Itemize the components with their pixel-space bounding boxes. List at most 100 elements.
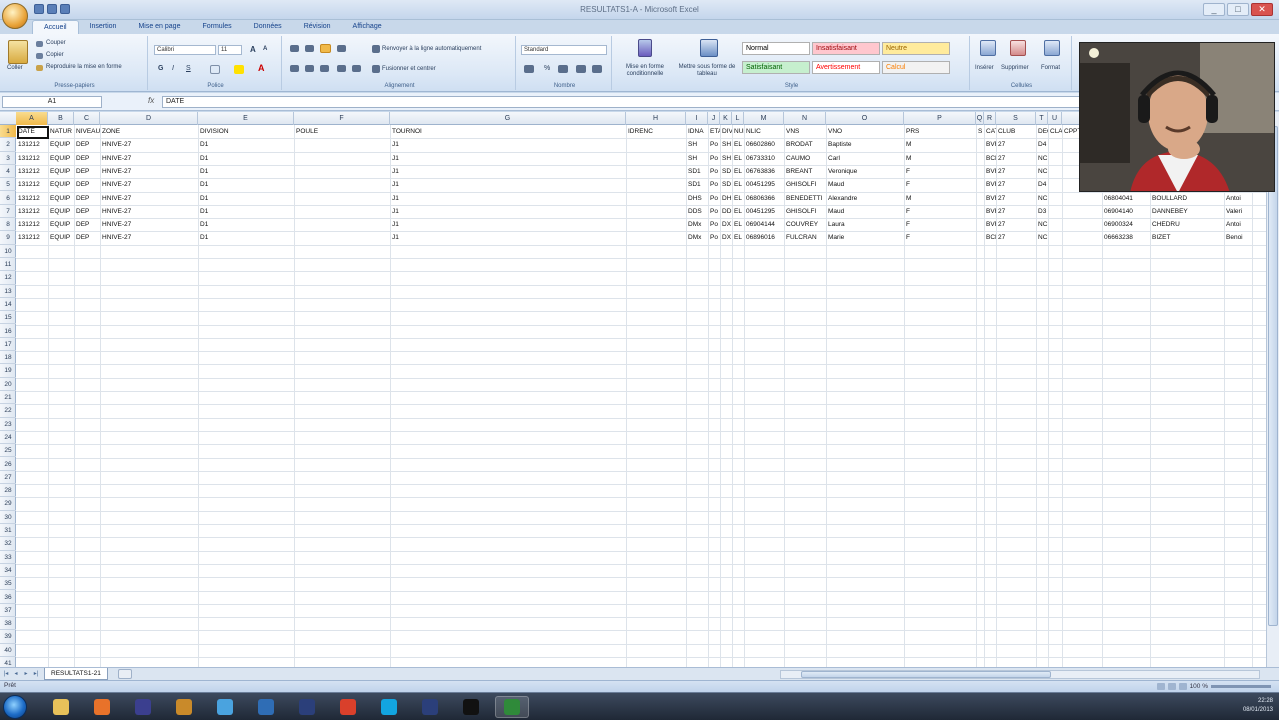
column-header[interactable]: Q — [976, 112, 984, 125]
column-header[interactable]: S — [996, 112, 1036, 125]
column-header[interactable]: T — [1036, 112, 1048, 125]
table-cell[interactable]: J1 — [390, 218, 626, 231]
format-cells-button[interactable]: Format — [1041, 65, 1060, 71]
row-header[interactable]: 13 — [0, 285, 16, 298]
table-cell[interactable]: EQUIP — [48, 231, 74, 244]
table-cell[interactable]: Po — [708, 218, 720, 231]
row-header[interactable]: 23 — [0, 418, 16, 431]
taskbar-excel-button[interactable] — [495, 696, 529, 718]
delete-cells-icon[interactable] — [1010, 40, 1026, 56]
table-cell[interactable]: F — [904, 231, 976, 244]
paste-button[interactable]: Coller — [7, 65, 23, 71]
merge-center-button[interactable]: Fusionner et centrer — [382, 66, 436, 72]
table-cell[interactable]: BVRL — [984, 178, 996, 191]
next-sheet-button[interactable]: ▸ — [22, 670, 30, 679]
table-cell[interactable]: Maud — [826, 178, 904, 191]
table-cell[interactable]: HNIVE-27 — [100, 192, 198, 205]
table-cell[interactable]: M — [904, 138, 976, 151]
table-cell[interactable]: F — [904, 218, 976, 231]
column-header[interactable]: E — [198, 112, 294, 125]
taskbar-thunderbird-button[interactable] — [249, 696, 283, 718]
cell-style-5[interactable]: Calcul — [882, 61, 950, 74]
insert-cells-button[interactable]: Insérer — [975, 65, 994, 71]
taskbar-chrome-button[interactable] — [331, 696, 365, 718]
table-cell[interactable]: DEP — [74, 231, 100, 244]
table-cell[interactable]: BREANT — [784, 165, 826, 178]
table-cell[interactable]: BVRL — [984, 205, 996, 218]
table-cell[interactable]: D1 — [198, 138, 294, 151]
table-cell[interactable]: 131212 — [16, 165, 48, 178]
table-cell[interactable]: Benoi — [1224, 231, 1252, 244]
font-size-select[interactable]: 11 — [218, 45, 242, 55]
table-cell[interactable]: GHISOLFI — [784, 178, 826, 191]
taskbar-skype-button[interactable] — [372, 696, 406, 718]
table-cell[interactable]: DEP — [74, 192, 100, 205]
table-cell[interactable]: 06896016 — [744, 231, 784, 244]
column-header[interactable]: R — [984, 112, 996, 125]
tab-3[interactable]: Formules — [191, 20, 242, 34]
row-header[interactable]: 30 — [0, 511, 16, 524]
close-button[interactable]: ✕ — [1251, 3, 1273, 16]
table-cell[interactable]: Veronique — [826, 165, 904, 178]
table-cell[interactable]: HNIVE-27 — [100, 165, 198, 178]
column-header[interactable]: J — [708, 112, 720, 125]
office-button[interactable] — [2, 3, 28, 29]
table-cell[interactable]: 27 — [996, 165, 1036, 178]
header-cell[interactable]: ETAT — [708, 125, 720, 138]
table-cell[interactable]: Antoi — [1224, 192, 1252, 205]
column-header[interactable]: P — [904, 112, 976, 125]
table-cell[interactable]: HNIVE-27 — [100, 205, 198, 218]
table-cell[interactable]: 131212 — [16, 152, 48, 165]
column-header[interactable]: M — [744, 112, 784, 125]
header-cell[interactable]: TOURNOI — [390, 125, 626, 138]
table-cell[interactable]: M — [904, 192, 976, 205]
orientation-icon[interactable] — [337, 45, 346, 52]
column-header[interactable]: U — [1048, 112, 1062, 125]
table-cell[interactable]: Po — [708, 178, 720, 191]
row-header[interactable]: 22 — [0, 404, 16, 418]
table-cell[interactable]: SH — [686, 138, 708, 151]
table-cell[interactable]: BVRL — [984, 218, 996, 231]
table-cell[interactable]: DEP — [74, 218, 100, 231]
column-header[interactable]: D — [100, 112, 198, 125]
row-header[interactable]: 32 — [0, 537, 16, 551]
table-cell[interactable]: DEP — [74, 138, 100, 151]
increase-decimal-icon[interactable] — [576, 65, 586, 73]
underline-button[interactable]: S — [186, 65, 191, 72]
table-cell[interactable]: DEP — [74, 152, 100, 165]
row-header[interactable]: 11 — [0, 258, 16, 272]
last-sheet-button[interactable]: ▸| — [32, 670, 40, 679]
column-header[interactable]: I — [686, 112, 708, 125]
row-header[interactable]: 26 — [0, 458, 16, 471]
table-cell[interactable]: Po — [708, 138, 720, 151]
table-cell[interactable]: GHISOLFI — [784, 205, 826, 218]
table-cell[interactable]: D4 — [1036, 178, 1048, 191]
cell-area[interactable]: DATE NATUR NIVEAU ZONE DIVISION POULE TOURNOI I… — [16, 125, 1266, 667]
row-header[interactable]: 40 — [0, 644, 16, 657]
table-cell[interactable]: 27 — [996, 192, 1036, 205]
column-header[interactable]: A — [16, 112, 48, 125]
header-cell[interactable]: DEC — [1036, 125, 1048, 138]
table-cell[interactable]: HNIVE-27 — [100, 152, 198, 165]
row-header[interactable]: 38 — [0, 617, 16, 631]
paste-icon[interactable] — [8, 40, 28, 64]
table-cell[interactable]: EQUIP — [48, 152, 74, 165]
table-cell[interactable]: 27 — [996, 152, 1036, 165]
table-cell[interactable]: 131212 — [16, 192, 48, 205]
table-cell[interactable]: EL — [732, 178, 744, 191]
tab-2[interactable]: Mise en page — [127, 20, 191, 34]
align-center-icon[interactable] — [305, 65, 314, 72]
bold-button[interactable]: G — [158, 65, 163, 72]
table-cell[interactable]: SD1 — [686, 178, 708, 191]
table-cell[interactable]: D1 — [198, 152, 294, 165]
align-right-icon[interactable] — [320, 65, 329, 72]
row-header[interactable]: 8 — [0, 218, 16, 232]
row-header[interactable]: 24 — [0, 431, 16, 445]
table-cell[interactable]: EQUIP — [48, 218, 74, 231]
table-cell[interactable]: Alexandre — [826, 192, 904, 205]
row-header[interactable]: 25 — [0, 444, 16, 458]
vertical-scroll-thumb[interactable] — [1268, 126, 1278, 626]
table-cell[interactable]: BOULLARD — [1150, 192, 1224, 205]
table-cell[interactable]: 06602860 — [744, 138, 784, 151]
table-cell[interactable]: Antoi — [1224, 218, 1252, 231]
